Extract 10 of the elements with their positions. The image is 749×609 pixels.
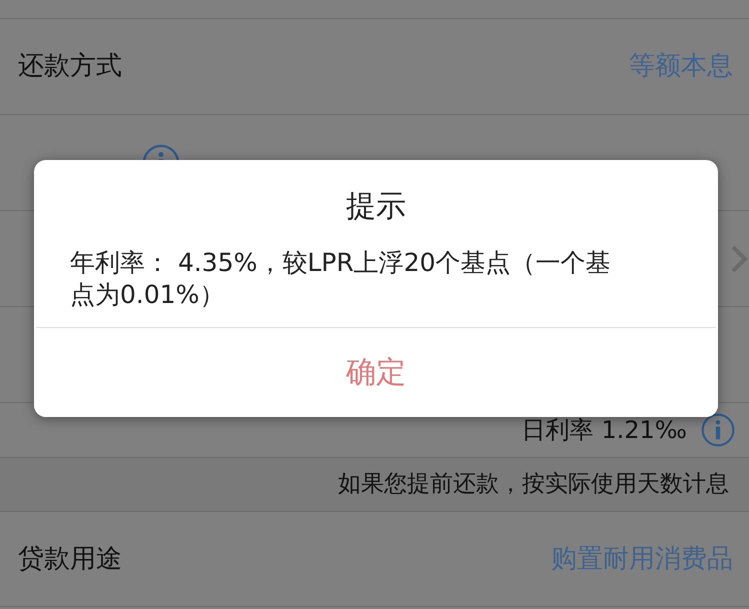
confirm-button[interactable]: 确定 <box>34 328 718 417</box>
field-value[interactable]: 等额本息 <box>629 47 733 86</box>
field-label: 贷款用途 <box>18 542 122 576</box>
repayment-note: 如果您提前还款，按实际使用天数计息 <box>338 470 729 500</box>
dialog-title: 提示 <box>346 188 406 226</box>
info-icon[interactable] <box>701 413 735 447</box>
daily-rate: 日利率 1.21‰ <box>522 415 687 446</box>
dialog-message: 年利率： 4.35%，较LPR上浮20个基点（一个基点为0.01%） <box>70 247 612 311</box>
field-label: 还款方式 <box>18 50 122 83</box>
field-value[interactable]: 购置耐用消费品 <box>551 540 733 578</box>
